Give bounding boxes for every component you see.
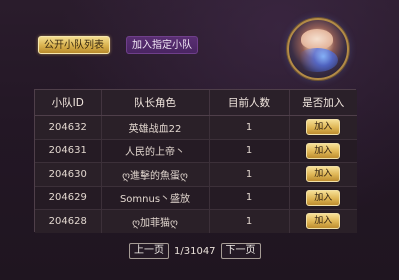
join-cell: 加入 — [289, 115, 357, 139]
join-cell: 加入 — [289, 138, 357, 163]
leader-name-cell: Somnus丶盛放 — [101, 185, 210, 210]
leader-name-cell: ღ加菲猫ღ — [101, 209, 210, 233]
member-count-cell: 1 — [209, 138, 290, 163]
table-row: 204630 ღ進擊的魚蛋ღ 1 加入 — [35, 162, 357, 186]
table-row: 204629 Somnus丶盛放 1 加入 — [35, 185, 357, 210]
member-count-cell: 1 — [209, 115, 290, 139]
join-cell: 加入 — [289, 162, 357, 186]
squad-id-cell: 204632 — [35, 115, 102, 139]
table-row: 204628 ღ加菲猫ღ 1 加入 — [35, 209, 357, 233]
join-button[interactable]: 加入 — [306, 166, 341, 183]
squad-id-cell: 204631 — [35, 138, 102, 163]
member-count-cell: 1 — [209, 162, 290, 186]
page-indicator: 1/31047 — [174, 245, 216, 257]
join-button[interactable]: 加入 — [306, 119, 341, 136]
leader-name-cell: ღ進擊的魚蛋ღ — [101, 162, 210, 186]
column-header-squad-id: 小队ID — [35, 90, 102, 116]
join-button[interactable]: 加入 — [306, 189, 341, 206]
member-count-cell: 1 — [209, 209, 290, 233]
tab-public-squad-list[interactable]: 公开小队列表 — [38, 36, 110, 54]
table-row: 204632 英雄战血22 1 加入 — [35, 115, 357, 139]
squad-id-cell: 204629 — [35, 185, 102, 210]
prev-page-button[interactable]: 上一页 — [129, 243, 169, 259]
member-count-cell: 1 — [209, 185, 290, 210]
next-page-button[interactable]: 下一页 — [220, 243, 261, 259]
squad-id-cell: 204630 — [35, 162, 102, 186]
pagination: 上一页 1/31047 下一页 — [129, 243, 261, 259]
squad-id-cell: 204628 — [35, 209, 102, 233]
player-avatar — [287, 18, 349, 80]
join-button[interactable]: 加入 — [306, 213, 341, 230]
column-header-leader: 队长角色 — [101, 90, 210, 116]
column-header-join: 是否加入 — [289, 90, 357, 116]
join-cell: 加入 — [289, 185, 357, 210]
table-row: 204631 人民的上帝丶 1 加入 — [35, 138, 357, 163]
table-header-row: 小队ID 队长角色 目前人数 是否加入 — [35, 90, 357, 116]
squad-list-table: 小队ID 队长角色 目前人数 是否加入 204632 英雄战血22 1 加入 2… — [34, 89, 357, 233]
join-button[interactable]: 加入 — [306, 142, 341, 159]
squad-tabs: 公开小队列表 加入指定小队 — [38, 36, 198, 54]
tab-join-specified-squad[interactable]: 加入指定小队 — [126, 36, 198, 54]
join-cell: 加入 — [289, 209, 357, 233]
leader-name-cell: 人民的上帝丶 — [101, 138, 210, 163]
column-header-member-count: 目前人数 — [209, 90, 290, 116]
leader-name-cell: 英雄战血22 — [101, 115, 210, 139]
